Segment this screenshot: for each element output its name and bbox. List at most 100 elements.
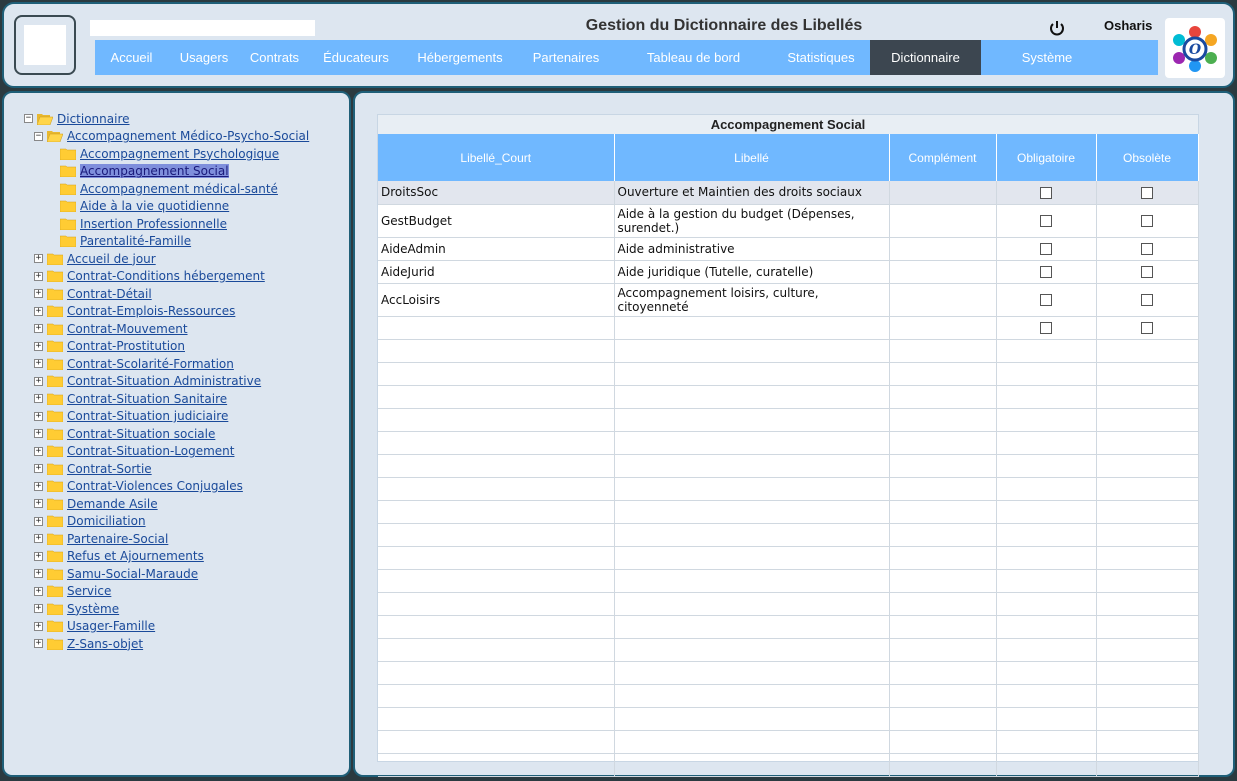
header-search-input[interactable] — [90, 20, 315, 36]
tree-node[interactable]: + Contrat-Scolarité-Formation — [24, 355, 309, 373]
tree-node[interactable]: + Accueil de jour — [24, 250, 309, 268]
cell-court[interactable] — [378, 316, 615, 340]
tree-label[interactable]: Contrat-Violences Conjugales — [67, 479, 243, 493]
tree-node[interactable]: + Contrat-Situation sociale — [24, 425, 309, 443]
nav-item-4[interactable]: Hébergements — [403, 40, 517, 75]
nav-item-0[interactable]: Accueil — [95, 40, 168, 75]
tree-label[interactable]: Contrat-Situation Administrative — [67, 374, 261, 388]
obligatoire-checkbox[interactable] — [1040, 186, 1052, 199]
tree-label[interactable]: Usager-Famille — [67, 619, 155, 633]
collapse-icon[interactable]: − — [24, 114, 33, 124]
obsolete-checkbox[interactable] — [1141, 243, 1153, 255]
tree-leaf[interactable]: Accompagnement médical-santé — [24, 180, 309, 198]
cell-libelle[interactable]: Aide à la gestion du budget (Dépenses, s… — [614, 204, 890, 238]
tree-label[interactable]: Demande Asile — [67, 497, 158, 511]
obsolete-checkbox[interactable] — [1141, 322, 1153, 334]
obligatoire-checkbox[interactable] — [1040, 243, 1052, 255]
obsolete-checkbox[interactable] — [1141, 266, 1153, 278]
tree-node[interactable]: + Contrat-Emplois-Ressources — [24, 303, 309, 321]
cell-complement[interactable] — [889, 237, 997, 261]
expand-icon[interactable]: + — [34, 621, 43, 631]
tree-label[interactable]: Accueil de jour — [67, 252, 156, 266]
expand-icon[interactable]: + — [34, 429, 43, 439]
nav-item-5[interactable]: Partenaires — [517, 40, 615, 75]
tree-node[interactable]: + Contrat-Détail — [24, 285, 309, 303]
expand-icon[interactable]: + — [34, 254, 43, 264]
nav-item-7[interactable]: Statistiques — [772, 40, 870, 75]
expand-icon[interactable]: + — [34, 289, 43, 299]
nav-item-3[interactable]: Éducateurs — [309, 40, 403, 75]
tree-label[interactable]: Contrat-Sortie — [67, 462, 152, 476]
tree-node[interactable]: + Z-Sans-objet — [24, 635, 309, 653]
tree-label[interactable]: Partenaire-Social — [67, 532, 168, 546]
tree-node[interactable]: + Domiciliation — [24, 513, 309, 531]
expand-icon[interactable]: + — [34, 604, 43, 614]
expand-icon[interactable]: + — [34, 534, 43, 544]
tree-node[interactable]: + Contrat-Situation judiciaire — [24, 408, 309, 426]
expand-icon[interactable]: + — [34, 446, 43, 456]
expand-icon[interactable]: + — [34, 411, 43, 421]
tree-node[interactable]: + Partenaire-Social — [24, 530, 309, 548]
tree-label[interactable]: Z-Sans-objet — [67, 637, 143, 651]
tree-label[interactable]: Parentalité-Famille — [80, 234, 191, 248]
expand-icon[interactable]: + — [34, 464, 43, 474]
table-row[interactable]: AideJurid Aide juridique (Tutelle, curate… — [378, 260, 1199, 284]
tree-node[interactable]: + Contrat-Situation Administrative — [24, 373, 309, 391]
obligatoire-checkbox[interactable] — [1040, 266, 1052, 278]
tree-root[interactable]: − Dictionnaire — [24, 110, 309, 128]
tree-label[interactable]: Accompagnement médical-santé — [80, 182, 278, 196]
nav-item-2[interactable]: Contrats — [240, 40, 309, 75]
cell-court[interactable]: AccLoisirs — [378, 283, 615, 317]
tree-label[interactable]: Contrat-Situation-Logement — [67, 444, 234, 458]
tree-node[interactable]: + Contrat-Situation-Logement — [24, 443, 309, 461]
tree-label[interactable]: Aide à la vie quotidienne — [80, 199, 229, 213]
tree-node[interactable]: + Usager-Famille — [24, 618, 309, 636]
tree-label[interactable]: Contrat-Situation sociale — [67, 427, 215, 441]
expand-icon[interactable]: + — [34, 376, 43, 386]
table-row[interactable] — [378, 316, 1199, 340]
tree-label[interactable]: Dictionnaire — [57, 112, 130, 126]
expand-icon[interactable]: + — [34, 271, 43, 281]
tree-node[interactable]: + Demande Asile — [24, 495, 309, 513]
tree-leaf[interactable]: Accompagnement Psychologique — [24, 145, 309, 163]
obligatoire-checkbox[interactable] — [1040, 322, 1052, 334]
table-row[interactable]: DroitsSoc Ouverture et Maintien des droit… — [378, 181, 1199, 205]
expand-icon[interactable]: + — [34, 341, 43, 351]
nav-item-6[interactable]: Tableau de bord — [615, 40, 772, 75]
table-row[interactable]: AccLoisirs Accompagnement loisirs, cultur… — [378, 283, 1199, 317]
tree-label[interactable]: Contrat-Détail — [67, 287, 152, 301]
tree-label[interactable]: Service — [67, 584, 111, 598]
column-header[interactable]: Libellé — [614, 134, 890, 181]
cell-complement[interactable] — [889, 283, 997, 317]
tree-label[interactable]: Contrat-Scolarité-Formation — [67, 357, 234, 371]
cell-complement[interactable] — [889, 260, 997, 284]
expand-icon[interactable]: + — [34, 306, 43, 316]
cell-libelle[interactable]: Aide juridique (Tutelle, curatelle) — [614, 260, 890, 284]
tree-label[interactable]: Domiciliation — [67, 514, 146, 528]
nav-item-1[interactable]: Usagers — [168, 40, 240, 75]
tree-leaf[interactable]: Insertion Professionnelle — [24, 215, 309, 233]
tree-label[interactable]: Accompagnement Psychologique — [80, 147, 279, 161]
cell-libelle[interactable]: Ouverture et Maintien des droits sociaux — [614, 181, 890, 205]
table-row[interactable]: GestBudget Aide à la gestion du budget (D… — [378, 204, 1199, 238]
expand-icon[interactable]: + — [34, 569, 43, 579]
power-icon[interactable] — [1047, 18, 1067, 38]
tree-label[interactable]: Accompagnement Social — [80, 164, 229, 179]
cell-libelle[interactable]: Accompagnement loisirs, culture, citoyen… — [614, 283, 890, 317]
tree-label[interactable]: Refus et Ajournements — [67, 549, 204, 563]
tree-node[interactable]: + Contrat-Sortie — [24, 460, 309, 478]
tree-leaf[interactable]: Aide à la vie quotidienne — [24, 198, 309, 216]
expand-icon[interactable]: + — [34, 586, 43, 596]
column-header[interactable]: Libellé_Court — [378, 134, 615, 181]
cell-complement[interactable] — [889, 316, 997, 340]
tree-leaf[interactable]: Accompagnement Social — [24, 163, 309, 181]
cell-court[interactable]: AideAdmin — [378, 237, 615, 261]
tree-label[interactable]: Contrat-Conditions hébergement — [67, 269, 265, 283]
tree-node[interactable]: + Samu-Social-Maraude — [24, 565, 309, 583]
cell-complement[interactable] — [889, 204, 997, 238]
cell-libelle[interactable]: Aide administrative — [614, 237, 890, 261]
column-header[interactable]: Obsolète — [1096, 134, 1199, 181]
expand-icon[interactable]: + — [34, 481, 43, 491]
table-row[interactable]: AideAdmin Aide administrative — [378, 237, 1199, 261]
tree-label[interactable]: Contrat-Situation judiciaire — [67, 409, 228, 423]
